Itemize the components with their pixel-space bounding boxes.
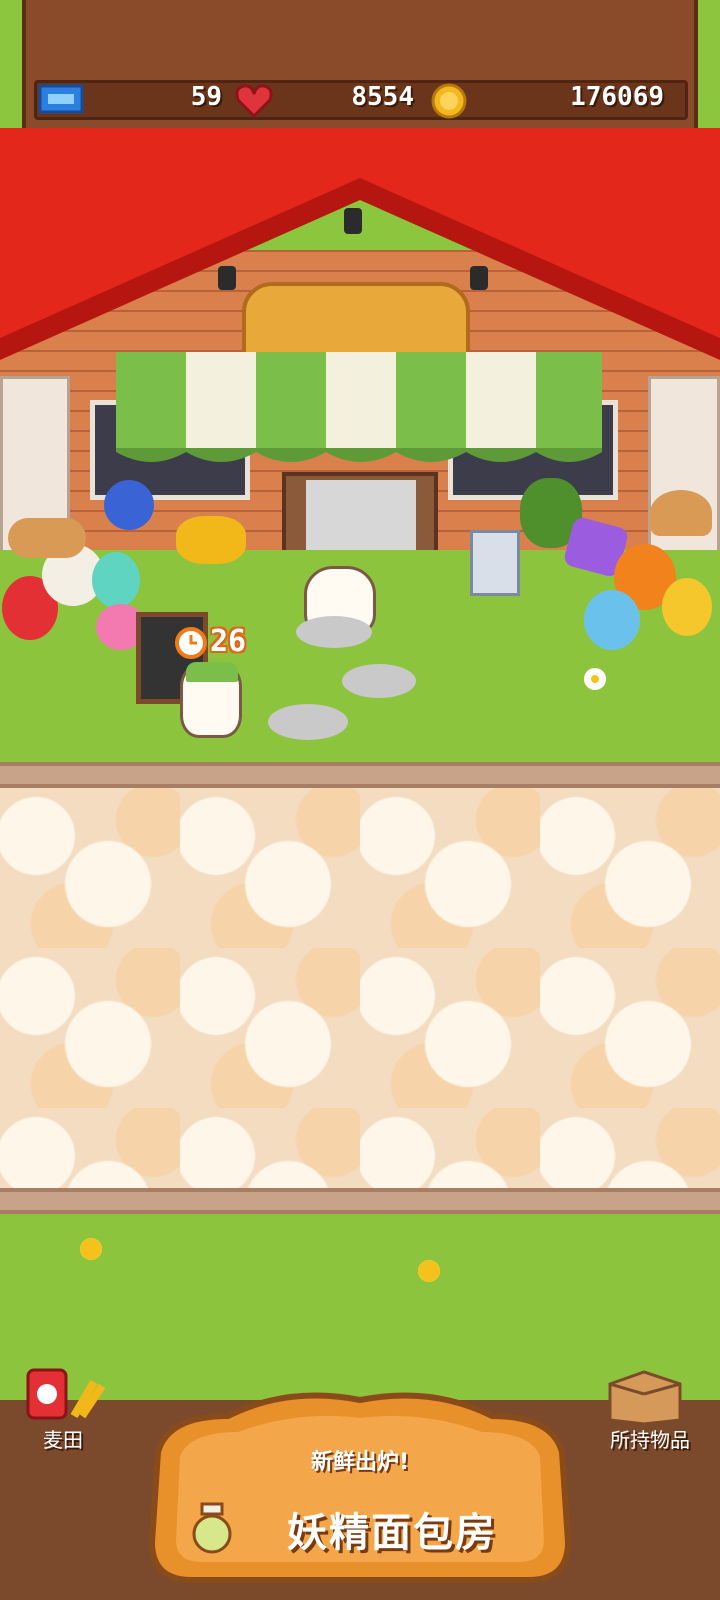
tickets-value: 59 <box>190 82 222 112</box>
heart-icon[interactable] <box>234 82 274 118</box>
ticket-icon[interactable] <box>38 82 84 116</box>
banner-subtitle: 新鲜出炉! <box>310 1450 410 1475</box>
banner-title: 妖精面包房 <box>287 1510 497 1556</box>
daisy-flower <box>418 1260 440 1282</box>
door-steps <box>306 480 416 556</box>
stepping-stone <box>296 616 372 648</box>
stepping-stone <box>342 664 416 698</box>
cobblestone-path <box>0 788 720 1188</box>
coins-value: 176069 <box>570 82 664 112</box>
croissant <box>650 490 712 536</box>
balloon-blue <box>584 590 640 650</box>
daisy-flower <box>584 668 606 690</box>
lamp-icon <box>470 266 488 290</box>
bread-loaf <box>8 518 86 558</box>
path-edge <box>0 1188 720 1214</box>
clock-icon <box>175 627 207 659</box>
balloon-teal <box>92 552 140 608</box>
balloon-yellow <box>662 578 712 636</box>
daisy-flower <box>80 1238 102 1260</box>
lamp-icon <box>344 208 362 234</box>
path-edge <box>0 762 720 788</box>
bakery-banner[interactable] <box>138 1392 582 1588</box>
striped-awning <box>116 352 602 462</box>
hearts-value: 8554 <box>351 82 414 112</box>
coin-icon[interactable] <box>430 82 468 120</box>
stepping-stone <box>268 704 348 740</box>
chair <box>470 530 520 596</box>
box-icon <box>608 1370 682 1426</box>
blue-flowers <box>104 480 154 530</box>
wheat-field-label[interactable]: 麦田 <box>20 1424 106 1453</box>
timer-value: 26 <box>210 624 247 659</box>
inventory-button[interactable] <box>604 1366 686 1426</box>
wheat-bag-icon <box>26 1368 106 1420</box>
lamp-icon <box>218 266 236 290</box>
inventory-label[interactable]: 所持物品 <box>588 1424 712 1453</box>
wheat-field-button[interactable] <box>24 1362 106 1424</box>
bakery-sign <box>242 282 470 360</box>
fairy-jar-icon <box>192 1502 232 1554</box>
baker-cap <box>186 662 238 682</box>
pillar-right <box>648 376 720 566</box>
yellow-flowers[interactable] <box>176 516 246 564</box>
